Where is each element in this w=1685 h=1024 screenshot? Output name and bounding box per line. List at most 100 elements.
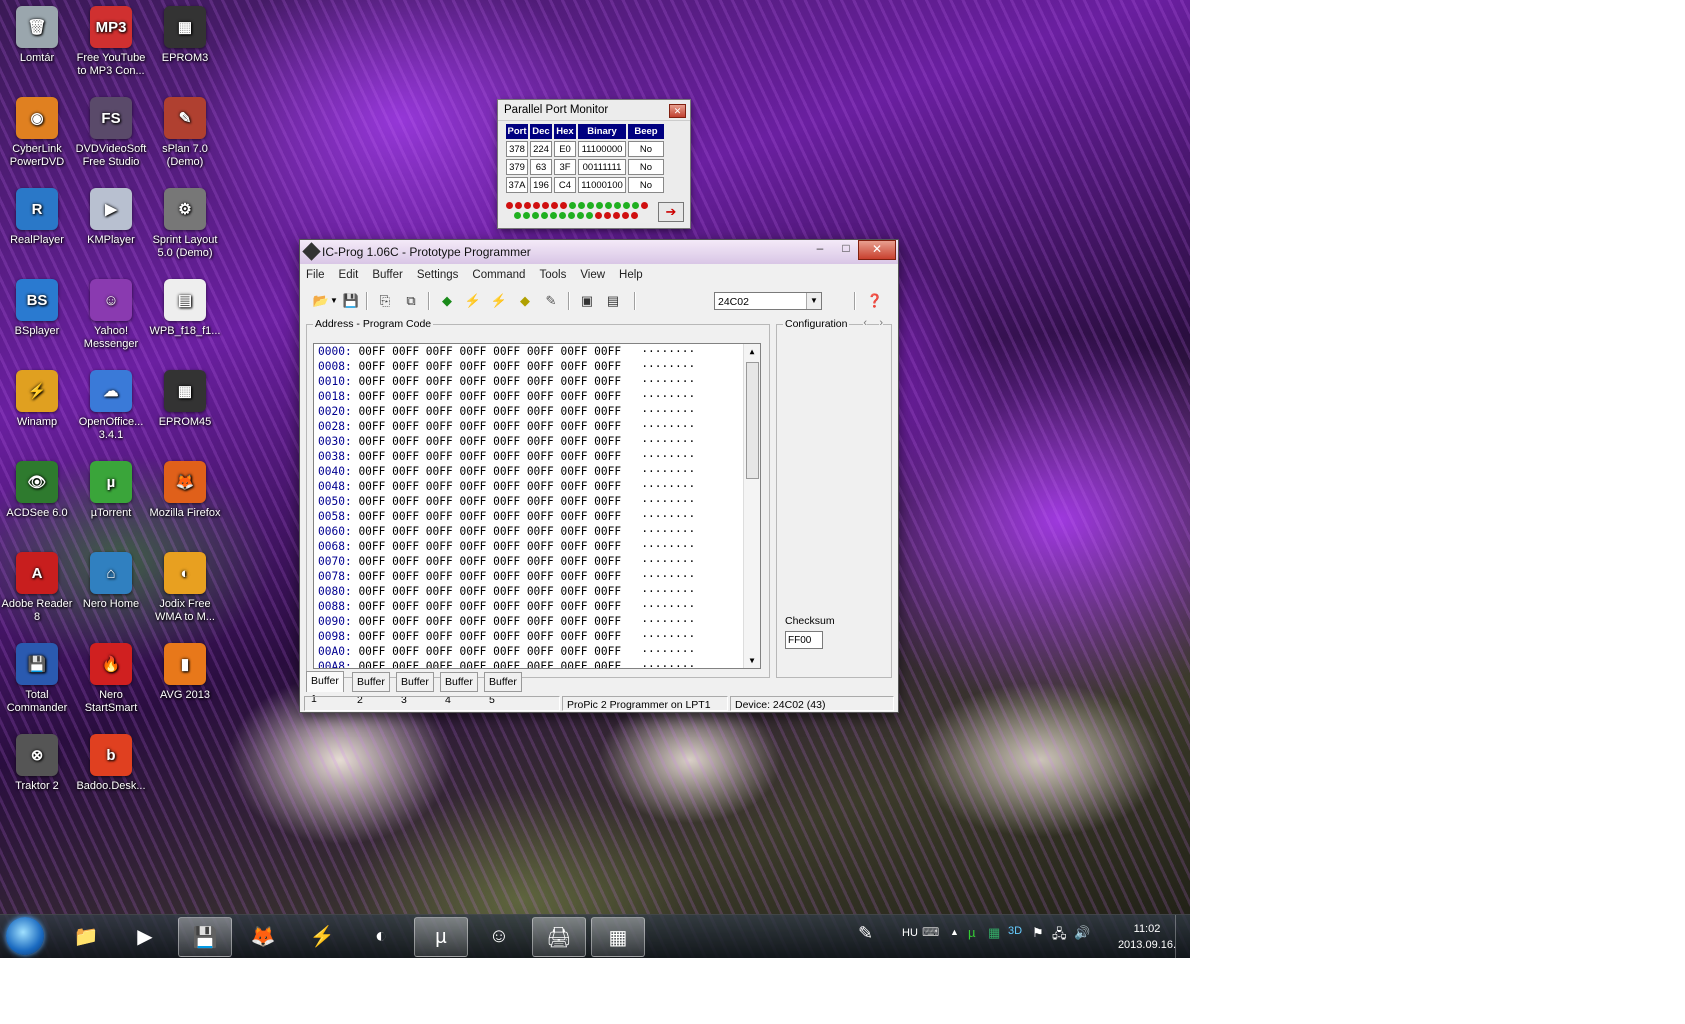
erase-device-icon[interactable]: ⚡ [490, 292, 508, 310]
desktop-icon[interactable]: ◐ Jodix Free WMA to M... [148, 552, 222, 624]
show-desktop-button[interactable] [1175, 915, 1190, 958]
tab-buffer-3[interactable]: Buffer 3 [396, 672, 434, 706]
network-icon[interactable]: 🖧 [1052, 925, 1067, 947]
hex-row[interactable]: 00A0: 00FF 00FF 00FF 00FF 00FF 00FF 00FF… [314, 644, 760, 659]
firefox-icon[interactable]: 🦊 [237, 917, 289, 955]
tab-buffer-1[interactable]: Buffer 1 [306, 671, 344, 705]
app-tray-icon[interactable]: ▦ [988, 925, 1000, 941]
menu-file[interactable]: File [306, 269, 325, 281]
hex-row[interactable]: 0000: 00FF 00FF 00FF 00FF 00FF 00FF 00FF… [314, 344, 760, 359]
desktop-icon[interactable]: ▦ EPROM3 [148, 6, 222, 65]
tab-buffer-4[interactable]: Buffer 4 [440, 672, 478, 706]
hex-row[interactable]: 0090: 00FF 00FF 00FF 00FF 00FF 00FF 00FF… [314, 614, 760, 629]
menu-tools[interactable]: Tools [539, 269, 566, 281]
vertical-scrollbar[interactable]: ▲ ▼ [743, 344, 760, 668]
hex-row[interactable]: 0068: 00FF 00FF 00FF 00FF 00FF 00FF 00FF… [314, 539, 760, 554]
desktop-icon[interactable]: BS BSplayer [0, 279, 74, 338]
menu-edit[interactable]: Edit [339, 269, 359, 281]
maximize-button[interactable]: □ [834, 240, 858, 258]
hex-row[interactable]: 0008: 00FF 00FF 00FF 00FF 00FF 00FF 00FF… [314, 359, 760, 374]
desktop-icon[interactable]: MP3 Free YouTube to MP3 Con... [74, 6, 148, 78]
media-player-icon[interactable]: ▶ [119, 917, 171, 955]
hex-row[interactable]: 0070: 00FF 00FF 00FF 00FF 00FF 00FF 00FF… [314, 554, 760, 569]
desktop-icon[interactable]: ⌂ Nero Home [74, 552, 148, 611]
explorer-icon[interactable]: 📁 [60, 917, 112, 955]
hex-row[interactable]: 0098: 00FF 00FF 00FF 00FF 00FF 00FF 00FF… [314, 629, 760, 644]
hex-row[interactable]: 0010: 00FF 00FF 00FF 00FF 00FF 00FF 00FF… [314, 374, 760, 389]
desktop-icon[interactable]: 🔥 Nero StartSmart [74, 643, 148, 715]
hex-row[interactable]: 0038: 00FF 00FF 00FF 00FF 00FF 00FF 00FF… [314, 449, 760, 464]
view-asm-icon[interactable]: ▤ [604, 292, 622, 310]
hex-row[interactable]: 0058: 00FF 00FF 00FF 00FF 00FF 00FF 00FF… [314, 509, 760, 524]
blank-check-icon[interactable]: ✎ [542, 292, 560, 310]
language-indicator[interactable]: HU [902, 927, 918, 939]
verify-device-icon[interactable]: ◆ [516, 292, 534, 310]
show-hidden-icons-icon[interactable]: ▲ [950, 927, 959, 937]
hex-row[interactable]: 0050: 00FF 00FF 00FF 00FF 00FF 00FF 00FF… [314, 494, 760, 509]
desktop-icon[interactable]: FS DVDVideoSoft Free Studio [74, 97, 148, 169]
menu-command[interactable]: Command [472, 269, 525, 281]
desktop-icon[interactable]: ▶ KMPlayer [74, 188, 148, 247]
view-hex-icon[interactable]: ▣ [578, 292, 596, 310]
minimize-button[interactable]: – [808, 240, 832, 258]
desktop-icon[interactable]: ✎ sPlan 7.0 (Demo) [148, 97, 222, 169]
ppm-close-button[interactable]: ✕ [669, 104, 686, 118]
hex-row[interactable]: 0030: 00FF 00FF 00FF 00FF 00FF 00FF 00FF… [314, 434, 760, 449]
3d-tray-icon[interactable]: 3D [1008, 925, 1022, 937]
desktop-icon[interactable]: 🗑 Lomtár [0, 6, 74, 65]
config-prev-icon[interactable]: ‹ [863, 317, 867, 329]
scroll-up-icon[interactable]: ▲ [744, 344, 760, 359]
tab-buffer-5[interactable]: Buffer 5 [484, 672, 522, 706]
parallel-port-monitor-icon[interactable]: 🖨 [532, 917, 586, 957]
action-center-icon[interactable]: ✎ [858, 923, 873, 944]
desktop-icon[interactable]: ⊗ Traktor 2 [0, 734, 74, 793]
chip-read-icon[interactable]: ⎘ [376, 292, 394, 310]
hex-row[interactable]: 00A8: 00FF 00FF 00FF 00FF 00FF 00FF 00FF… [314, 659, 760, 668]
program-device-icon[interactable]: ⚡ [464, 292, 482, 310]
desktop-icon[interactable]: ▮ AVG 2013 [148, 643, 222, 702]
hex-row[interactable]: 0080: 00FF 00FF 00FF 00FF 00FF 00FF 00FF… [314, 584, 760, 599]
hex-row[interactable]: 0020: 00FF 00FF 00FF 00FF 00FF 00FF 00FF… [314, 404, 760, 419]
yahoo-messenger-icon[interactable]: ☺ [473, 917, 525, 955]
ppm-arrow-button[interactable]: ➔ [658, 202, 684, 222]
dropdown-arrow-icon[interactable]: ▼ [330, 292, 338, 310]
utorrent-icon[interactable]: µ [414, 917, 468, 957]
scrollbar-thumb[interactable] [746, 362, 759, 479]
hex-row[interactable]: 0048: 00FF 00FF 00FF 00FF 00FF 00FF 00FF… [314, 479, 760, 494]
start-button[interactable] [6, 917, 44, 955]
desktop-icon[interactable]: ▦ EPROM45 [148, 370, 222, 429]
volume-icon[interactable]: 🔊 [1074, 925, 1090, 941]
chip-blank-icon[interactable]: ⧉ [402, 292, 420, 310]
close-button[interactable]: ✕ [858, 240, 896, 260]
menu-buffer[interactable]: Buffer [372, 269, 402, 281]
hex-row[interactable]: 0078: 00FF 00FF 00FF 00FF 00FF 00FF 00FF… [314, 569, 760, 584]
device-select[interactable]: 24C02 ▼ [714, 292, 822, 310]
desktop-icon[interactable]: ⚡ Winamp [0, 370, 74, 429]
hex-row[interactable]: 0028: 00FF 00FF 00FF 00FF 00FF 00FF 00FF… [314, 419, 760, 434]
desktop-icon[interactable]: ☺ Yahoo! Messenger [74, 279, 148, 351]
open-file-icon[interactable]: 📂 [312, 292, 330, 310]
winamp-icon[interactable]: ⚡ [296, 917, 348, 955]
menu-view[interactable]: View [580, 269, 605, 281]
desktop-icon[interactable]: b Badoo.Desk... [74, 734, 148, 793]
menu-settings[interactable]: Settings [417, 269, 459, 281]
menu-help[interactable]: Help [619, 269, 643, 281]
help-icon[interactable]: ❓ [866, 292, 884, 310]
utorrent-tray-icon[interactable]: µ [968, 925, 976, 940]
flag-icon[interactable]: ⚑ [1032, 925, 1044, 941]
read-device-icon[interactable]: ◆ [438, 292, 456, 310]
chevron-down-icon[interactable]: ▼ [806, 293, 821, 309]
total-commander-icon[interactable]: 💾 [178, 917, 232, 957]
desktop-icon[interactable]: R RealPlayer [0, 188, 74, 247]
desktop-icon[interactable]: 💾 Total Commander [0, 643, 74, 715]
hex-row[interactable]: 0040: 00FF 00FF 00FF 00FF 00FF 00FF 00FF… [314, 464, 760, 479]
desktop-icon[interactable]: ▤ WPB_f18_f1... [148, 279, 222, 338]
tab-buffer-2[interactable]: Buffer 2 [352, 672, 390, 706]
desktop-icon[interactable]: ◉ CyberLink PowerDVD [0, 97, 74, 169]
config-next-icon[interactable]: › [879, 317, 883, 329]
hex-row[interactable]: 0060: 00FF 00FF 00FF 00FF 00FF 00FF 00FF… [314, 524, 760, 539]
desktop-icon[interactable]: ⚙ Sprint Layout 5.0 (Demo) [148, 188, 222, 260]
hex-row[interactable]: 0018: 00FF 00FF 00FF 00FF 00FF 00FF 00FF… [314, 389, 760, 404]
scroll-down-icon[interactable]: ▼ [744, 653, 760, 668]
save-icon[interactable]: 💾 [342, 292, 360, 310]
